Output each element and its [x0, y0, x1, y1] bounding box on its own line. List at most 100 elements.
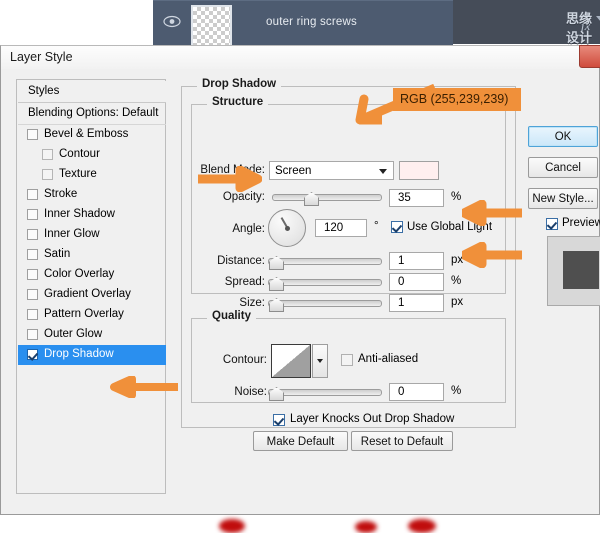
spread-slider-track[interactable] — [268, 279, 382, 286]
style-label: Inner Shadow — [44, 208, 115, 220]
spread-slider-thumb[interactable] — [269, 277, 284, 291]
style-label: Color Overlay — [44, 268, 114, 280]
noise-slider-thumb[interactable] — [269, 387, 284, 401]
size-label: Size: — [187, 297, 265, 309]
style-row-pattern-overlay[interactable]: Pattern Overlay — [18, 305, 166, 325]
anti-aliased-checkbox[interactable] — [341, 354, 353, 366]
annotation-arrow-drop-shadow — [108, 376, 180, 398]
eye-icon[interactable] — [163, 15, 181, 28]
style-checkbox[interactable] — [27, 269, 38, 280]
chevron-down-icon[interactable] — [379, 169, 387, 174]
ok-label: OK — [529, 131, 597, 143]
style-row-bevel-emboss[interactable]: Bevel & Emboss — [18, 125, 166, 145]
style-checkbox[interactable] — [27, 229, 38, 240]
noise-input[interactable]: 0 — [389, 383, 444, 401]
angle-input[interactable]: 120 — [315, 219, 367, 237]
style-row-outer-glow[interactable]: Outer Glow — [18, 325, 166, 345]
size-unit: px — [451, 296, 463, 308]
annotation-arrow-angle — [196, 166, 262, 192]
canvas-area — [0, 0, 153, 44]
quality-group-title: Quality — [207, 310, 256, 322]
layer-style-dialog: Layer Style Styles Blending Options: Def… — [0, 45, 600, 515]
reset-to-default-button[interactable]: Reset to Default — [351, 431, 453, 451]
opacity-slider-thumb[interactable] — [304, 192, 319, 206]
anti-aliased-label: Anti-aliased — [358, 353, 418, 365]
opacity-input[interactable]: 35 — [389, 189, 444, 207]
style-row-drop-shadow[interactable]: Drop Shadow — [18, 345, 166, 365]
structure-group-title: Structure — [207, 96, 268, 108]
preview-thumbnail — [563, 251, 599, 289]
spread-value: 0 — [398, 276, 404, 288]
style-label: Outer Glow — [44, 328, 102, 340]
drop-shadow-group-title: Drop Shadow — [197, 78, 281, 90]
new-style-button[interactable]: New Style... — [528, 188, 598, 209]
style-checkbox[interactable] — [27, 349, 38, 360]
style-checkbox[interactable] — [42, 169, 53, 180]
preview-thumbnail-box — [547, 236, 600, 306]
style-checkbox[interactable] — [27, 209, 38, 220]
photoshop-background: outer ring screws fx 思缘设计论坛 WWW.MISSYUAN… — [0, 0, 600, 45]
style-row-color-overlay[interactable]: Color Overlay — [18, 265, 166, 285]
preview-label: Preview — [562, 217, 600, 229]
contour-label: Contour: — [191, 354, 267, 366]
annotation-rgb-tag: RGB (255,239,239) — [393, 88, 521, 111]
layer-knocks-out-checkbox[interactable] — [273, 414, 285, 426]
size-slider-track[interactable] — [268, 300, 382, 307]
blend-mode-select[interactable]: Screen — [269, 161, 394, 180]
style-row-contour[interactable]: Contour — [18, 145, 166, 165]
contour-dropdown-button[interactable] — [312, 344, 328, 378]
make-default-button[interactable]: Make Default — [253, 431, 348, 451]
layer-thumbnail[interactable] — [191, 5, 232, 49]
decorative-smudge — [355, 521, 377, 533]
angle-dial[interactable] — [268, 209, 306, 247]
style-checkbox[interactable] — [27, 329, 38, 340]
style-row-stroke[interactable]: Stroke — [18, 185, 166, 205]
style-row-inner-shadow[interactable]: Inner Shadow — [18, 205, 166, 225]
noise-value: 0 — [398, 386, 404, 398]
style-row-satin[interactable]: Satin — [18, 245, 166, 265]
style-row-texture[interactable]: Texture — [18, 165, 166, 185]
use-global-light-checkbox[interactable] — [391, 221, 403, 233]
styles-list-header: Styles — [18, 81, 166, 103]
style-checkbox[interactable] — [27, 129, 38, 140]
contour-curve-icon — [272, 345, 310, 377]
layer-row[interactable]: outer ring screws — [153, 0, 453, 46]
opacity-unit: % — [451, 191, 461, 203]
layer-name-label: outer ring screws — [266, 16, 357, 28]
style-checkbox[interactable] — [27, 249, 38, 260]
distance-input[interactable]: 1 — [389, 252, 444, 270]
style-checkbox[interactable] — [27, 309, 38, 320]
blending-options-row[interactable]: Blending Options: Default — [18, 103, 166, 125]
style-row-inner-glow[interactable]: Inner Glow — [18, 225, 166, 245]
shadow-color-swatch[interactable] — [399, 161, 439, 180]
dialog-titlebar[interactable]: Layer Style — [1, 46, 599, 69]
close-button[interactable] — [579, 45, 600, 68]
dialog-title: Layer Style — [10, 50, 73, 64]
noise-slider-track[interactable] — [268, 389, 382, 396]
layer-knocks-out-label: Layer Knocks Out Drop Shadow — [290, 413, 454, 425]
distance-slider-thumb[interactable] — [269, 256, 284, 270]
size-slider-thumb[interactable] — [269, 298, 284, 312]
annotation-arrow-distance — [462, 200, 524, 226]
style-label: Texture — [59, 168, 97, 180]
contour-preview[interactable] — [271, 344, 311, 378]
angle-dial-center — [285, 226, 290, 231]
preview-checkbox[interactable] — [546, 218, 558, 230]
style-checkbox[interactable] — [42, 149, 53, 160]
size-input[interactable]: 1 — [389, 294, 444, 312]
spread-input[interactable]: 0 — [389, 273, 444, 291]
opacity-slider-track[interactable] — [272, 194, 382, 201]
blending-options-label: Blending Options: Default — [28, 107, 158, 119]
style-row-gradient-overlay[interactable]: Gradient Overlay — [18, 285, 166, 305]
style-label: Pattern Overlay — [44, 308, 124, 320]
style-checkbox[interactable] — [27, 189, 38, 200]
cancel-button[interactable]: Cancel — [528, 157, 598, 178]
distance-slider-track[interactable] — [268, 258, 382, 265]
ok-button[interactable]: OK — [528, 126, 598, 147]
style-checkbox[interactable] — [27, 289, 38, 300]
size-value: 1 — [398, 297, 404, 309]
angle-unit: ° — [374, 220, 379, 232]
style-label: Bevel & Emboss — [44, 128, 128, 140]
style-label: Contour — [59, 148, 100, 160]
style-label: Gradient Overlay — [44, 288, 131, 300]
